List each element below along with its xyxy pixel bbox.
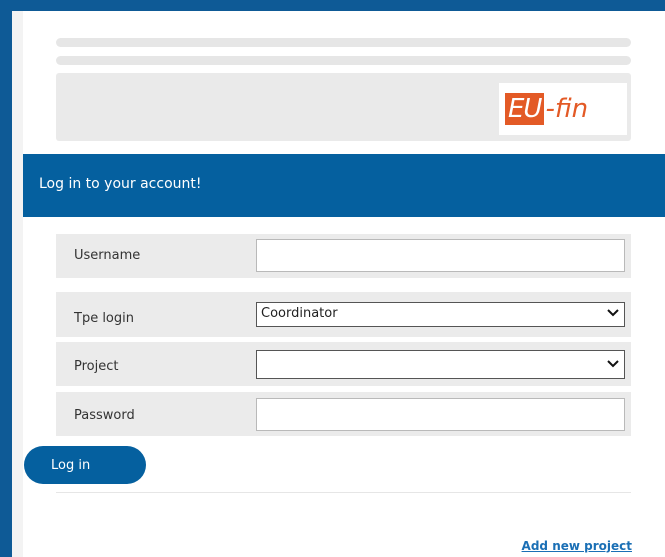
placeholder-bar-2 <box>56 56 631 65</box>
eu-fin-logo: EU -fin <box>499 83 627 135</box>
divider <box>56 492 631 493</box>
panel-left-border <box>12 11 23 557</box>
page-title: Log in to your account! <box>39 176 202 192</box>
password-row: Password <box>56 392 631 436</box>
add-new-project-link[interactable]: Add new project <box>522 539 632 553</box>
login-button[interactable]: Log in <box>24 446 146 484</box>
project-label: Project <box>74 359 119 374</box>
window-frame-left <box>0 0 12 557</box>
placeholder-bar-1 <box>56 38 631 47</box>
login-type-value: Coordinator <box>261 306 338 321</box>
project-row: Project <box>56 342 631 386</box>
password-input[interactable] <box>256 398 625 431</box>
chevron-down-icon <box>607 309 619 317</box>
logo-eu-text: EU <box>505 93 545 125</box>
login-title-band: Log in to your account! <box>23 154 665 217</box>
login-type-row: Tpe login Coordinator <box>56 292 631 337</box>
chevron-down-icon <box>607 360 619 368</box>
window-frame-top <box>0 0 665 11</box>
password-label: Password <box>74 408 135 423</box>
project-select[interactable] <box>256 350 625 379</box>
login-type-label: Tpe login <box>74 311 134 326</box>
username-input[interactable] <box>256 239 625 272</box>
username-row: Username <box>56 234 631 278</box>
logo-fin-text: -fin <box>545 94 589 124</box>
login-type-select[interactable]: Coordinator <box>256 302 625 327</box>
login-panel: EU -fin Log in to your account! Username … <box>12 11 665 557</box>
username-label: Username <box>74 248 141 263</box>
